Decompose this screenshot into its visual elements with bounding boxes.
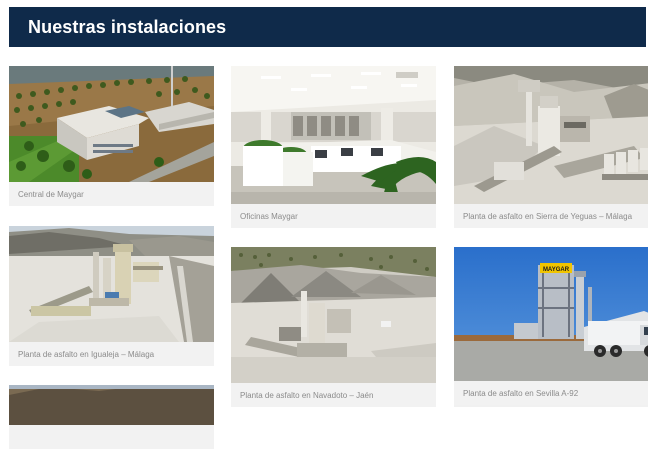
gallery-card-navadoto[interactable]: Planta de asfalto en Navadoto – Jaén (231, 247, 436, 407)
gallery-card-igualeja[interactable]: Planta de asfalto en Igualeja – Málaga (9, 226, 214, 366)
sierra-yeguas-photo[interactable] (454, 66, 648, 204)
card-caption: Central de Maygar (9, 182, 214, 206)
central-photo[interactable] (9, 66, 214, 182)
sevilla-photo[interactable]: MAYGAR (454, 247, 648, 381)
card-caption: Planta de asfalto en Navadoto – Jaén (231, 383, 436, 407)
gallery-card-central[interactable]: Central de Maygar (9, 66, 214, 206)
igualeja-photo[interactable] (9, 226, 214, 342)
maygar-sign-text: MAYGAR (543, 267, 570, 273)
oficinas-photo[interactable] (231, 66, 436, 204)
card-caption: Planta de asfalto en Sevilla A-92 (454, 381, 648, 405)
gallery-card-oficinas[interactable]: Oficinas Maygar (231, 66, 436, 228)
section-title: Nuestras instalaciones (28, 16, 227, 37)
gallery-card-partial[interactable] (9, 385, 214, 449)
navadoto-photo[interactable] (231, 247, 436, 383)
gallery-card-sevilla[interactable]: MAYGAR Planta de asfalto en Sevilla A-92 (454, 247, 648, 407)
card-caption (9, 425, 214, 449)
card-caption: Planta de asfalto en Sierra de Yeguas – … (454, 204, 648, 228)
gallery-card-sierra-yeguas[interactable]: Planta de asfalto en Sierra de Yeguas – … (454, 66, 648, 228)
partial-photo[interactable] (9, 385, 214, 425)
card-caption: Oficinas Maygar (231, 204, 436, 228)
card-caption: Planta de asfalto en Igualeja – Málaga (9, 342, 214, 366)
section-header: Nuestras instalaciones (9, 7, 646, 47)
